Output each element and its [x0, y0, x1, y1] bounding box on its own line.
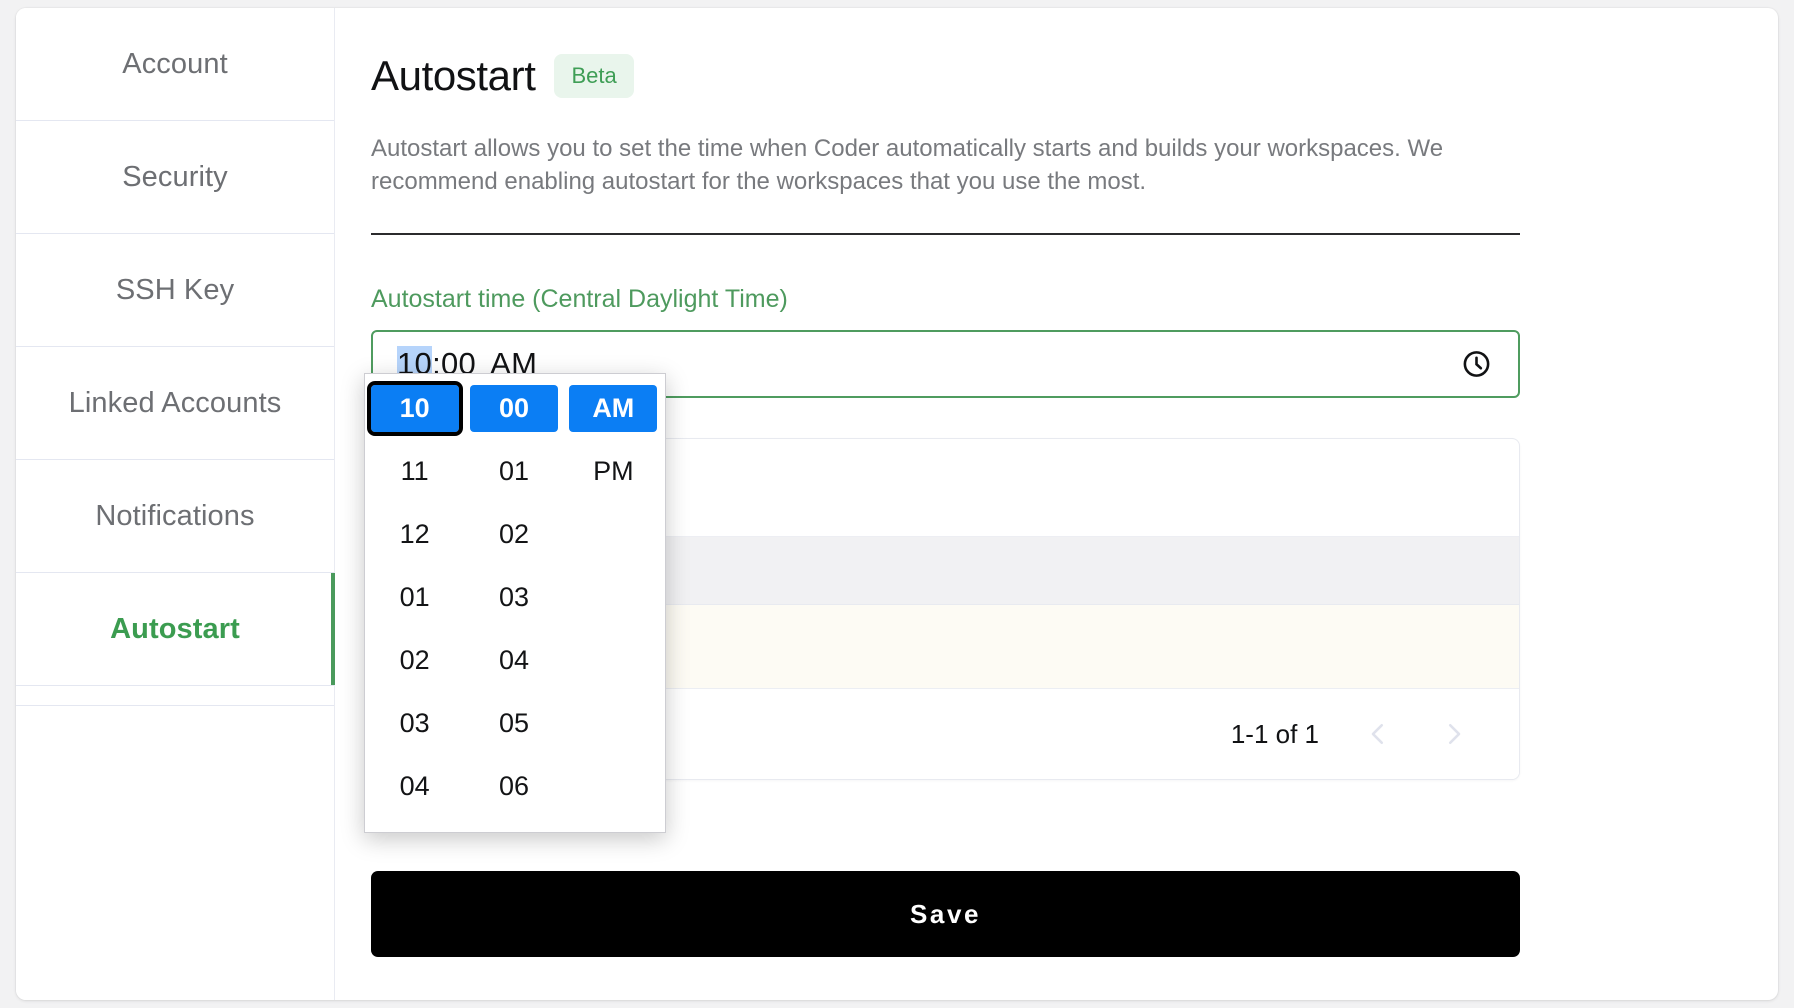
time-option-minute-02[interactable]: 02	[470, 511, 558, 558]
clock-icon[interactable]	[1461, 349, 1492, 380]
sidebar-filler	[16, 686, 334, 706]
page-description: Autostart allows you to set the time whe…	[371, 135, 1444, 196]
autostart-time-label: Autostart time (Central Daylight Time)	[371, 285, 788, 314]
sidebar-item-account[interactable]: Account	[16, 8, 334, 121]
sidebar-item-label: Security	[122, 160, 228, 193]
time-option-minute-06[interactable]: 06	[470, 763, 558, 810]
settings-page: Account Security SSH Key Linked Accounts…	[16, 8, 1778, 1000]
time-picker-meridiem-column[interactable]: AM PM	[564, 374, 665, 832]
time-picker-hours-column[interactable]: 10 11 12 01 02 03 04	[365, 374, 464, 832]
time-option-hour-10[interactable]: 10	[366, 381, 463, 436]
save-button[interactable]: Save	[371, 871, 1520, 957]
time-option-hour-12[interactable]: 12	[371, 511, 459, 558]
time-picker-minutes-column[interactable]: 00 01 02 03 04 05 06	[464, 374, 563, 832]
pagination-range: 1-1 of 1	[1230, 718, 1319, 749]
sidebar-item-linked-accounts[interactable]: Linked Accounts	[16, 347, 334, 460]
time-option-hour-01[interactable]: 01	[371, 574, 459, 621]
status-badge: Beta	[554, 54, 634, 98]
sidebar-item-security[interactable]: Security	[16, 121, 334, 234]
time-option-hour-11[interactable]: 11	[371, 448, 459, 495]
time-option-minute-00[interactable]: 00	[469, 385, 558, 432]
sidebar-item-label: SSH Key	[115, 273, 235, 306]
time-option-hour-02[interactable]: 02	[371, 637, 459, 684]
sidebar-item-label: Account	[122, 47, 228, 80]
time-picker-dropdown[interactable]: 10 11 12 01 02 03 04 00 01 02 03 04 05 06 AM PM	[364, 373, 666, 833]
sidebar-item-ssh-key[interactable]: SSH Key	[16, 234, 334, 347]
sidebar-item-label: Notifications	[95, 499, 255, 532]
page-header: Autostart Beta	[371, 52, 1718, 100]
time-option-hour-03[interactable]: 03	[371, 700, 459, 747]
time-option-meridiem-AM[interactable]: AM	[569, 385, 658, 432]
section-divider	[371, 233, 1520, 236]
settings-sidebar: Account Security SSH Key Linked Accounts…	[16, 8, 335, 1000]
time-option-meridiem-PM[interactable]: PM	[569, 448, 657, 495]
chevron-left-icon[interactable]	[1361, 717, 1395, 751]
time-option-minute-01[interactable]: 01	[470, 448, 558, 495]
sidebar-item-label: Autostart	[110, 612, 240, 645]
page-title: Autostart	[371, 52, 536, 99]
time-option-minute-03[interactable]: 03	[470, 574, 558, 621]
sidebar-item-autostart[interactable]: Autostart	[16, 573, 335, 686]
time-option-hour-04[interactable]: 04	[371, 763, 459, 810]
sidebar-item-label: Linked Accounts	[68, 386, 282, 419]
time-option-minute-04[interactable]: 04	[470, 637, 558, 684]
time-option-minute-05[interactable]: 05	[470, 700, 558, 747]
chevron-right-icon[interactable]	[1437, 717, 1471, 751]
sidebar-item-notifications[interactable]: Notifications	[16, 460, 334, 573]
